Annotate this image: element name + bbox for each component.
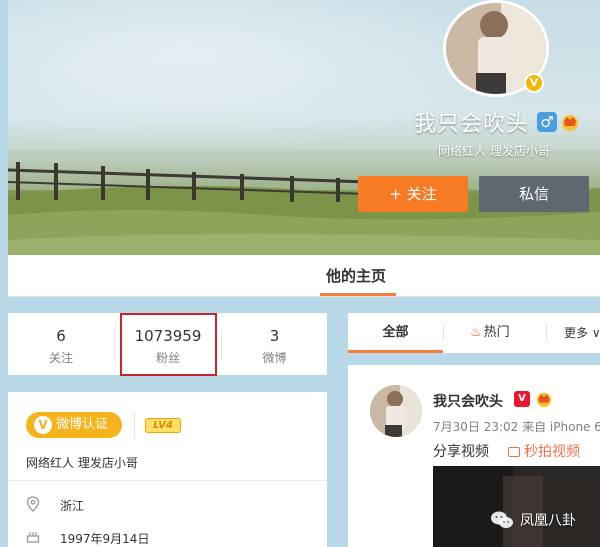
vip-crown-icon[interactable] (535, 390, 553, 408)
divider (134, 412, 135, 438)
feed-tab-hot[interactable]: ♨ 热门 (470, 313, 510, 353)
location-icon (26, 496, 40, 512)
post-avatar-photo (370, 385, 422, 437)
watermark-text: 凤凰八卦 (520, 513, 576, 529)
counter-following[interactable]: 6 关注 (8, 313, 114, 375)
vip-crown-icon[interactable] (560, 112, 580, 132)
feed-tab-all[interactable]: 全部 (348, 313, 443, 353)
counter-label: 关注 (48, 351, 73, 365)
location-text: 浙江 (60, 499, 85, 513)
post-verified-icon: V (514, 391, 530, 407)
profile-tabbar: 他的主页 (8, 255, 600, 297)
counter-value: 3 (269, 327, 280, 345)
feed-tabs: 全部 ♨ 热门 更多 ∨ (348, 313, 600, 353)
divider (8, 480, 327, 481)
divider (443, 325, 444, 341)
post-author-name[interactable]: 我只会吹头 (433, 391, 503, 411)
post-video-thumbnail[interactable] (433, 466, 600, 547)
level-badge[interactable]: LV4 (145, 418, 181, 433)
watermark: 凤凰八卦 (490, 509, 576, 531)
counter-label: 微博 (262, 351, 287, 365)
post-avatar[interactable] (370, 385, 422, 437)
counter-value: 6 (56, 327, 66, 345)
tab-home[interactable]: 他的主页 (326, 265, 386, 286)
wechat-icon (491, 511, 513, 528)
video-camera-icon (508, 447, 520, 457)
counter-posts[interactable]: 3 微博 (222, 313, 327, 375)
feed-tab-more[interactable]: 更多 ∨ (564, 313, 600, 353)
video-frame (433, 466, 600, 547)
verified-v-icon: V (34, 416, 52, 434)
verified-badge-icon: V (524, 73, 544, 93)
profile-intro: 网络红人 理发店小哥 (438, 144, 550, 158)
profile-info-card: V 微博认证 LV4 网络红人 理发店小哥 浙江 1997年9月14日 (8, 392, 327, 547)
divider (546, 325, 547, 341)
male-icon: ♂ (537, 112, 557, 132)
post-meta: 7月30日 23:02 来自 iPhone 6 (433, 420, 600, 434)
info-intro: 网络红人 理发店小哥 (26, 456, 138, 470)
feed-tab-active-indicator (348, 350, 443, 353)
birthday-cake-icon (26, 532, 40, 543)
message-button[interactable]: 私信 (479, 176, 589, 212)
birthday-text: 1997年9月14日 (60, 532, 150, 546)
verified-label: 微博认证 (56, 417, 109, 432)
profile-nickname: 我只会吹头 (414, 112, 530, 137)
feed-tab-hot-label: 热门 (483, 325, 510, 340)
follow-button[interactable]: + 关注 (358, 176, 468, 212)
video-link-label: 秒拍视频 (524, 444, 580, 460)
tab-active-indicator (320, 293, 396, 296)
followers-highlight-box (120, 313, 217, 376)
weibo-verified-badge[interactable]: V 微博认证 (26, 412, 122, 438)
fire-icon: ♨ (470, 325, 482, 340)
video-link[interactable]: 秒拍视频 (508, 441, 580, 461)
post-text: 分享视频 (433, 444, 489, 460)
